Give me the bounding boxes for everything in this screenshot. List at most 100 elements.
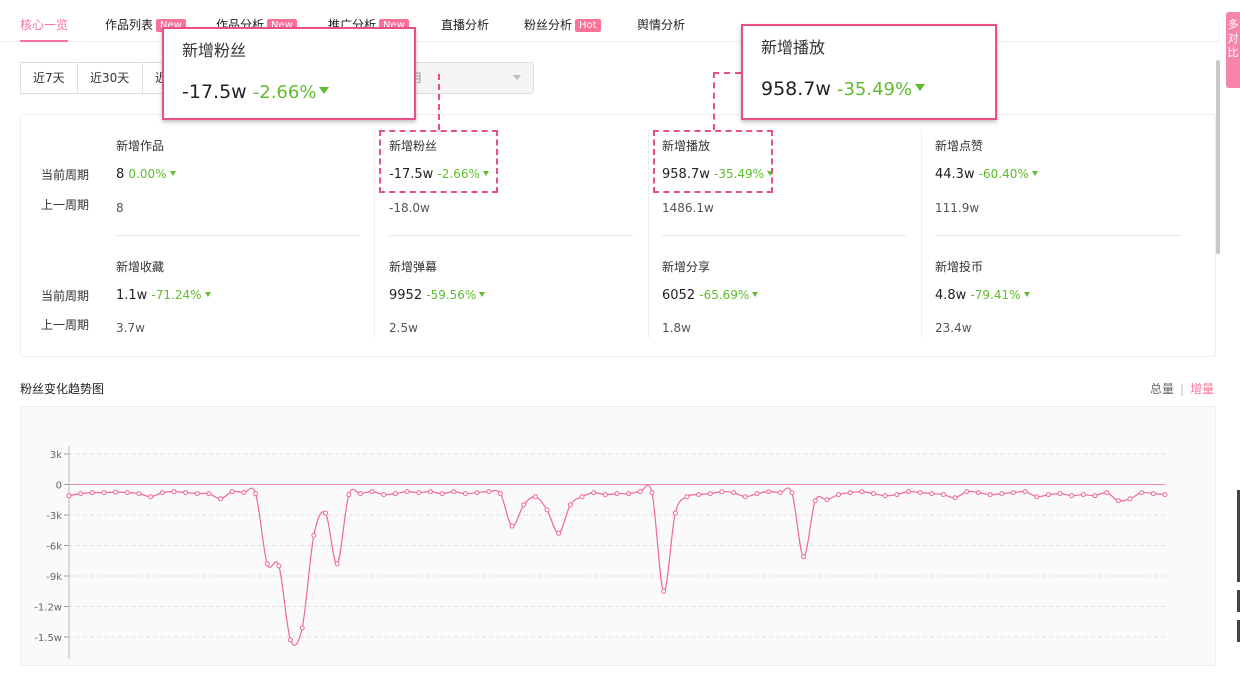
data-point[interactable] (975, 490, 981, 496)
data-point[interactable] (894, 492, 900, 498)
data-point[interactable] (637, 489, 643, 495)
data-point[interactable] (346, 492, 352, 498)
data-point[interactable] (777, 490, 783, 496)
tab-fans-analysis[interactable]: 粉丝分析 Hot (524, 16, 601, 33)
data-point[interactable] (859, 489, 865, 495)
data-point[interactable] (544, 507, 550, 513)
data-point[interactable] (812, 498, 818, 504)
data-point[interactable] (136, 491, 142, 497)
scrollbar[interactable] (1216, 60, 1220, 254)
data-point[interactable] (357, 491, 363, 497)
data-point[interactable] (731, 490, 737, 496)
data-point[interactable] (229, 489, 235, 495)
data-point[interactable] (1092, 493, 1098, 499)
data-point[interactable] (929, 491, 935, 497)
data-point[interactable] (276, 563, 282, 569)
data-point[interactable] (451, 489, 457, 495)
data-point[interactable] (66, 493, 72, 499)
data-point[interactable] (486, 489, 492, 495)
data-point[interactable] (719, 489, 725, 495)
data-point[interactable] (497, 491, 503, 497)
data-point[interactable] (742, 494, 748, 500)
toggle-increment[interactable]: 增量 (1190, 382, 1214, 396)
data-point[interactable] (183, 490, 189, 496)
data-point[interactable] (532, 494, 538, 500)
data-point[interactable] (940, 492, 946, 498)
data-point[interactable] (1057, 491, 1063, 497)
data-point[interactable] (288, 637, 294, 643)
data-point[interactable] (707, 491, 713, 497)
data-point[interactable] (241, 490, 247, 496)
data-point[interactable] (1069, 493, 1075, 499)
data-point[interactable] (148, 494, 154, 500)
data-point[interactable] (1162, 492, 1168, 498)
data-point[interactable] (917, 490, 923, 496)
data-point[interactable] (392, 491, 398, 497)
data-point[interactable] (206, 491, 212, 497)
data-point[interactable] (836, 492, 842, 498)
data-point[interactable] (253, 491, 259, 497)
data-point[interactable] (952, 495, 958, 501)
data-point[interactable] (684, 494, 690, 500)
data-point[interactable] (521, 502, 527, 508)
data-point[interactable] (474, 490, 480, 496)
data-point[interactable] (579, 494, 585, 500)
data-point[interactable] (334, 561, 340, 567)
data-point[interactable] (661, 588, 667, 594)
data-point[interactable] (905, 489, 911, 495)
data-point[interactable] (369, 489, 375, 495)
data-point[interactable] (1139, 490, 1145, 496)
data-point[interactable] (1115, 498, 1121, 504)
data-point[interactable] (626, 491, 632, 497)
data-point[interactable] (311, 532, 317, 538)
data-point[interactable] (1034, 494, 1040, 500)
data-point[interactable] (591, 490, 597, 496)
data-point[interactable] (1127, 496, 1133, 502)
data-point[interactable] (649, 490, 655, 496)
data-point[interactable] (404, 489, 410, 495)
range-30d-button[interactable]: 近30天 (77, 62, 143, 94)
data-point[interactable] (1010, 490, 1016, 496)
data-point[interactable] (1045, 492, 1051, 498)
data-point[interactable] (672, 510, 678, 516)
toggle-total[interactable]: 总量 (1150, 382, 1174, 396)
data-point[interactable] (801, 554, 807, 560)
data-point[interactable] (89, 490, 95, 496)
range-7d-button[interactable]: 近7天 (20, 62, 78, 94)
data-point[interactable] (1150, 491, 1156, 497)
data-point[interactable] (462, 491, 468, 497)
data-point[interactable] (964, 489, 970, 495)
compare-float-tab[interactable]: 多 对 比 (1226, 12, 1240, 88)
data-point[interactable] (381, 492, 387, 498)
data-point[interactable] (509, 523, 515, 529)
data-point[interactable] (1104, 490, 1110, 496)
data-point[interactable] (1022, 489, 1028, 495)
data-point[interactable] (124, 490, 130, 496)
data-point[interactable] (824, 497, 830, 503)
data-point[interactable] (871, 491, 877, 497)
data-point[interactable] (999, 491, 1005, 497)
data-point[interactable] (439, 491, 445, 497)
data-point[interactable] (556, 530, 562, 536)
tab-core-overview[interactable]: 核心一览 (20, 16, 69, 42)
data-point[interactable] (78, 491, 84, 497)
data-point[interactable] (567, 502, 573, 508)
tab-opinion-analysis[interactable]: 舆情分析 (637, 16, 685, 33)
data-point[interactable] (171, 489, 177, 495)
data-point[interactable] (987, 492, 993, 498)
data-point[interactable] (194, 491, 200, 497)
data-point[interactable] (1080, 492, 1086, 498)
data-point[interactable] (847, 490, 853, 496)
data-point[interactable] (427, 489, 433, 495)
data-point[interactable] (113, 489, 119, 495)
data-point[interactable] (218, 496, 224, 502)
data-point[interactable] (614, 491, 620, 497)
data-point[interactable] (766, 489, 772, 495)
data-point[interactable] (299, 625, 305, 631)
data-point[interactable] (602, 492, 608, 498)
data-point[interactable] (264, 561, 270, 567)
data-point[interactable] (323, 510, 329, 516)
data-point[interactable] (789, 490, 795, 496)
data-point[interactable] (416, 490, 422, 496)
data-point[interactable] (159, 490, 165, 496)
